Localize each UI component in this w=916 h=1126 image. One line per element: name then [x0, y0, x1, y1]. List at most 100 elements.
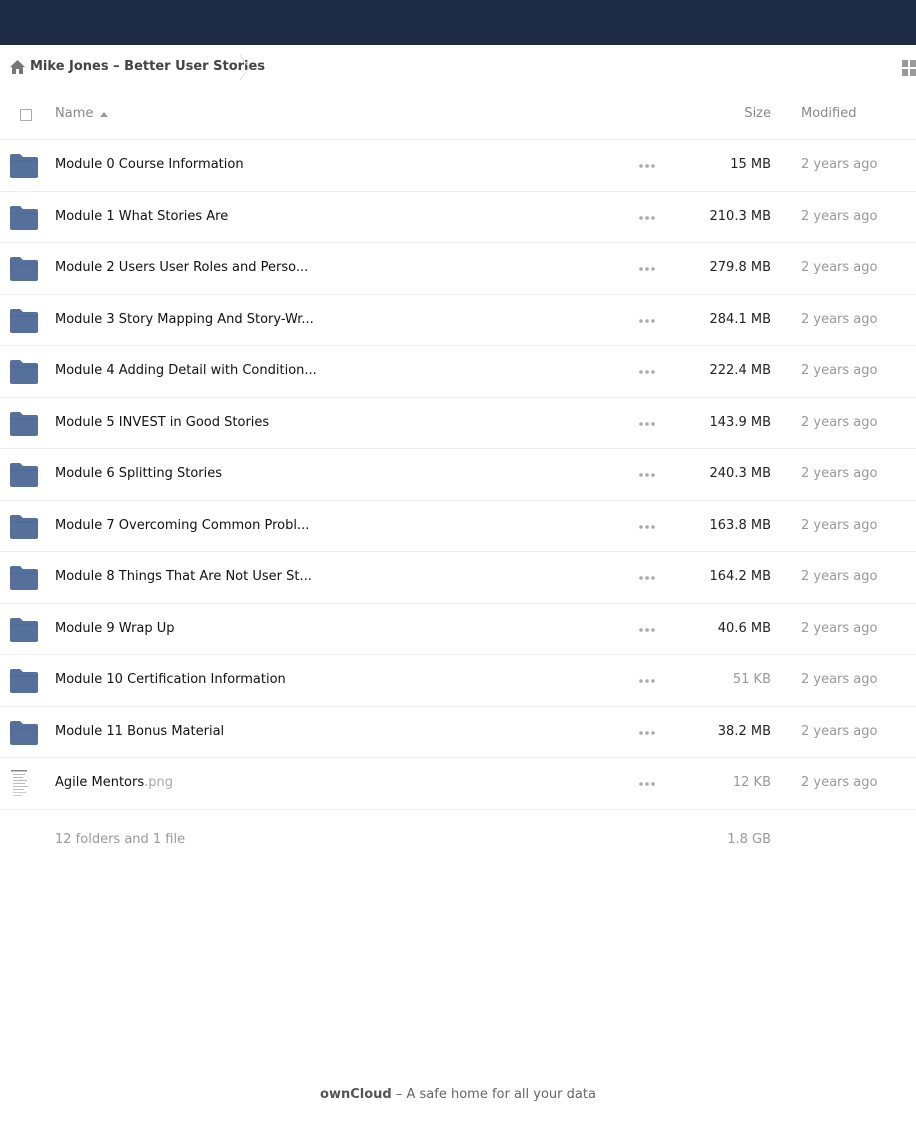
file-modified: 2 years ago — [801, 620, 878, 636]
top-header-bar — [0, 0, 916, 45]
footer: ownCloud – A safe home for all your data — [0, 1087, 916, 1102]
file-name-base: Module 1 What Stories Are — [55, 208, 229, 224]
file-name[interactable]: Module 2 Users User Roles and Perso... — [55, 260, 308, 275]
file-name[interactable]: Module 7 Overcoming Common Probl... — [55, 518, 309, 533]
file-modified: 2 years ago — [801, 775, 878, 790]
folder-icon — [10, 205, 38, 230]
file-modified: 2 years ago — [801, 517, 878, 533]
file-extension: .png — [144, 775, 174, 790]
file-name-base: Module 7 Overcoming Common Probl... — [55, 517, 310, 533]
file-name-base: Module 4 Adding Detail with Condition... — [55, 363, 317, 378]
file-name-base: Agile Mentors — [55, 775, 145, 790]
breadcrumb-current[interactable]: Mike Jones – Better User Stories — [30, 59, 265, 74]
file-size: 51 KB — [732, 672, 771, 687]
folder-row[interactable]: Module 11 Bonus Material 38.2 MB 2 years a… — [0, 707, 916, 758]
select-all-checkbox[interactable] — [20, 109, 32, 121]
file-name[interactable]: Module 11 Bonus Material — [55, 724, 224, 739]
file-name-base: Module 6 Splitting Stories — [55, 466, 222, 481]
more-actions-icon[interactable] — [639, 421, 655, 426]
file-modified: 2 years ago — [801, 363, 878, 378]
file-modified: 2 years ago — [801, 723, 878, 739]
summary-total-size: 1.8 GB — [727, 832, 771, 847]
file-list-summary: 12 folders and 1 file 1.8 GB — [0, 829, 916, 853]
folder-icon — [10, 669, 38, 693]
file-name-base: Module 9 Wrap Up — [55, 620, 175, 636]
file-name[interactable]: Module 8 Things That Are Not User St... — [55, 569, 312, 584]
folder-icon — [10, 360, 38, 384]
more-actions-icon[interactable] — [639, 473, 655, 477]
home-icon[interactable] — [9, 59, 26, 75]
file-size: 12 KB — [732, 775, 771, 790]
file-size: 38.2 MB — [717, 723, 771, 739]
file-modified: 2 years ago — [801, 208, 878, 224]
file-name-base: Module 2 Users User Roles and Perso... — [55, 260, 309, 275]
folder-row[interactable]: Module 6 Splitting Stories 240.3 MB 2 year… — [0, 449, 916, 501]
footer-brand[interactable]: ownCloud — [320, 1087, 392, 1102]
folder-row[interactable]: Module 3 Story Mapping And Story-Wr... 28… — [0, 295, 916, 346]
folder-row[interactable]: Module 1 What Stories Are 210.3 MB 2 years… — [0, 192, 916, 243]
folder-row[interactable]: Module 5 INVEST in Good Stories 143.9 MB 2… — [0, 398, 916, 449]
image-thumbnail-icon — [10, 768, 38, 800]
file-name[interactable]: Module 3 Story Mapping And Story-Wr... — [55, 312, 314, 327]
folder-row[interactable]: Module 0 Course Information 15 MB 2 years … — [0, 140, 916, 192]
file-name-base: Module 10 Certification Information — [55, 672, 286, 687]
folder-icon — [10, 514, 38, 539]
more-actions-icon[interactable] — [639, 215, 655, 220]
file-name[interactable]: Module 9 Wrap Up — [55, 621, 175, 636]
breadcrumb-separator-icon — [239, 54, 250, 81]
file-size: 284.1 MB — [709, 311, 771, 327]
file-modified: 2 years ago — [801, 466, 878, 481]
file-size: 210.3 MB — [709, 208, 771, 224]
file-name-base: Module 3 Story Mapping And Story-Wr... — [55, 311, 314, 327]
folder-icon — [10, 566, 38, 590]
file-name-base: Module 11 Bonus Material — [55, 723, 225, 739]
folder-row[interactable]: Module 4 Adding Detail with Condition...… — [0, 346, 916, 398]
footer-tagline: – A safe home for all your data — [391, 1087, 596, 1102]
summary-count: 12 folders and 1 file — [55, 832, 186, 847]
file-size: 164.2 MB — [709, 569, 771, 584]
file-name[interactable]: Module 10 Certification Information — [55, 672, 286, 687]
file-name[interactable]: Module 0 Course Information — [55, 157, 244, 172]
file-name[interactable]: Agile Mentors.png — [55, 775, 173, 790]
file-size: 240.3 MB — [709, 466, 771, 481]
file-size: 40.6 MB — [717, 620, 771, 636]
file-name-base: Module 8 Things That Are Not User St... — [55, 569, 312, 584]
file-modified: 2 years ago — [801, 414, 878, 430]
more-actions-icon[interactable] — [639, 370, 655, 374]
folder-row[interactable]: Module 7 Overcoming Common Probl... 163.8… — [0, 501, 916, 552]
folder-row[interactable]: Module 10 Certification Information 51 KB… — [0, 655, 916, 707]
file-row[interactable]: Agile Mentors.png 12 KB 2 years ago — [0, 758, 916, 810]
more-actions-icon[interactable] — [639, 318, 655, 323]
folder-row[interactable]: Module 8 Things That Are Not User St... 1… — [0, 552, 916, 604]
file-modified: 2 years ago — [801, 157, 878, 172]
file-name[interactable]: Module 1 What Stories Are — [55, 209, 228, 224]
more-actions-icon[interactable] — [639, 679, 655, 683]
folder-icon — [10, 154, 38, 178]
more-actions-icon[interactable] — [639, 782, 655, 786]
column-header-modified[interactable]: Modified — [801, 106, 856, 121]
more-actions-icon[interactable] — [639, 730, 655, 735]
more-actions-icon[interactable] — [639, 524, 655, 529]
folder-icon — [10, 411, 38, 436]
file-modified: 2 years ago — [801, 260, 878, 275]
file-name[interactable]: Module 5 INVEST in Good Stories — [55, 415, 269, 430]
file-size: 222.4 MB — [709, 363, 771, 378]
file-size: 15 MB — [730, 157, 771, 172]
more-actions-icon[interactable] — [639, 576, 655, 580]
more-actions-icon[interactable] — [639, 627, 655, 632]
file-size: 279.8 MB — [709, 260, 771, 275]
file-size: 143.9 MB — [709, 414, 771, 430]
grid-view-icon[interactable] — [902, 60, 916, 76]
folder-row[interactable]: Module 2 Users User Roles and Perso... 27… — [0, 243, 916, 295]
folder-row[interactable]: Module 9 Wrap Up 40.6 MB 2 years ago — [0, 604, 916, 655]
more-actions-icon[interactable] — [639, 164, 655, 168]
column-header-name[interactable]: Name — [55, 106, 93, 121]
sort-ascending-icon — [100, 112, 108, 117]
file-name[interactable]: Module 4 Adding Detail with Condition... — [55, 363, 317, 378]
column-header-size[interactable]: Size — [744, 106, 771, 121]
file-size: 163.8 MB — [709, 517, 771, 533]
file-name[interactable]: Module 6 Splitting Stories — [55, 466, 222, 481]
file-list-header: Name Size Modified — [0, 89, 916, 140]
folder-icon — [10, 463, 38, 487]
more-actions-icon[interactable] — [639, 267, 655, 271]
